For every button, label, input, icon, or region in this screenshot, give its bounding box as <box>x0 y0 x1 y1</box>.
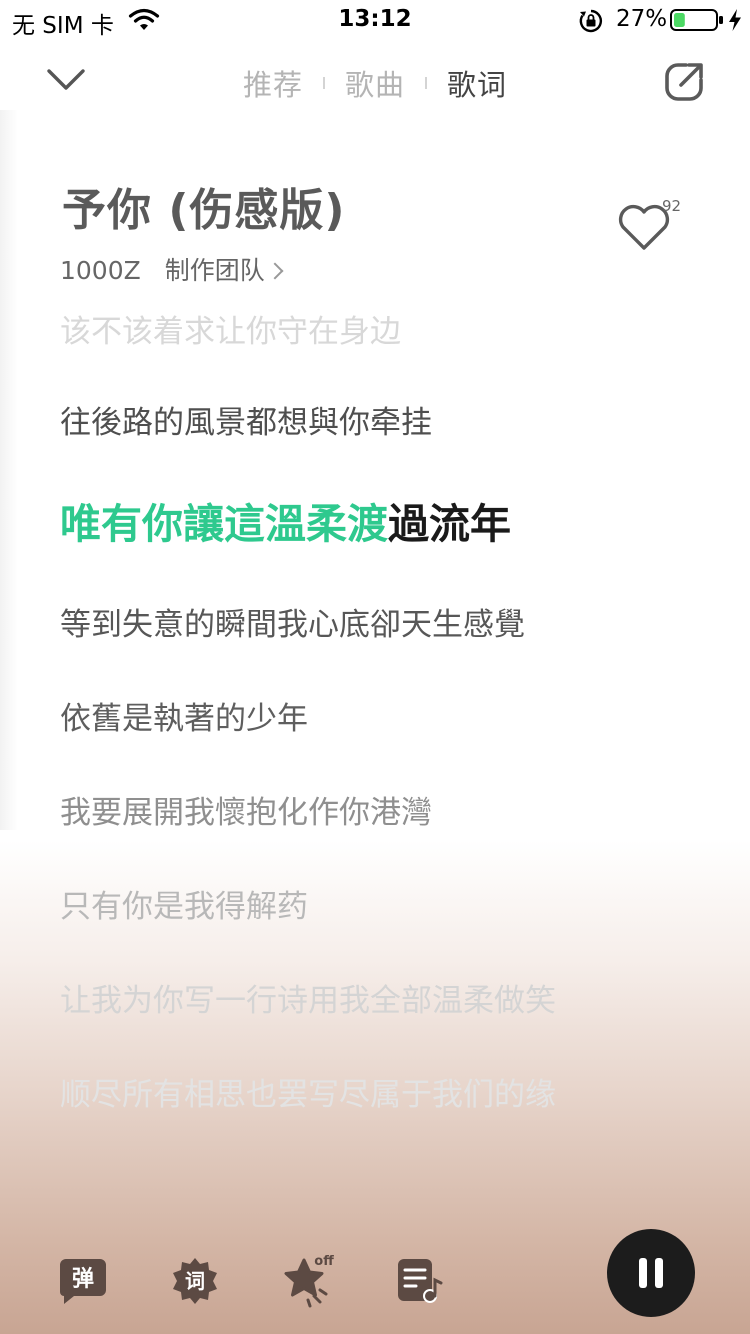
top-tabs: 推荐 歌曲 歌词 <box>0 62 750 102</box>
song-title: 予你 (伤感版) <box>62 185 346 236</box>
battery-percentage: 27% <box>616 6 668 32</box>
tab-song[interactable]: 歌曲 <box>345 62 405 104</box>
production-team-link[interactable]: 制作团队 <box>164 256 284 285</box>
previous-page-edge <box>0 110 18 830</box>
battery-fill <box>674 13 685 27</box>
tab-divider <box>425 77 427 89</box>
current-lyric-sung: 唯有你讓這溫柔渡 <box>60 500 388 548</box>
like-count: 92 <box>662 197 682 215</box>
share-icon[interactable] <box>662 60 706 104</box>
lyric-line: 只有你是我得解药 <box>60 889 308 925</box>
status-bar: 无 SIM 卡 13:12 27% <box>0 0 750 40</box>
rotation-lock-icon <box>579 9 603 33</box>
pause-icon <box>655 1258 663 1288</box>
production-team-label: 制作团队 <box>164 256 265 285</box>
ci-label: 词 <box>185 1269 205 1293</box>
danmu-bubble-icon[interactable]: 弹 <box>58 1256 108 1306</box>
lyric-line: 等到失意的瞬間我心底卻天生感覺 <box>60 607 525 643</box>
lyric-line: 往後路的風景都想與你牵挂 <box>60 405 432 441</box>
pause-icon <box>639 1258 647 1288</box>
battery-icon <box>670 9 723 31</box>
lyric-line: 让我为你写一行诗用我全部温柔做笑 <box>60 983 556 1019</box>
tab-lyrics[interactable]: 歌词 <box>447 62 507 104</box>
lyrics-mode-icon[interactable]: 词 <box>170 1256 220 1306</box>
danmu-label: 弹 <box>72 1267 94 1292</box>
current-lyric-line: 唯有你讓這溫柔渡過流年 <box>60 490 511 550</box>
lyrics-sheet-music-icon[interactable] <box>394 1256 444 1306</box>
artist-row: 1000Z 制作团队 <box>60 251 305 287</box>
lyric-line: 依舊是執著的少年 <box>60 701 308 737</box>
chevron-right-icon <box>266 262 284 280</box>
current-lyric-remaining: 過流年 <box>388 500 511 548</box>
tab-divider <box>322 77 325 89</box>
pause-button[interactable] <box>607 1229 695 1317</box>
lyric-line: 该不该着求让你守在身边 <box>60 314 401 350</box>
lyrics-panel[interactable]: 该不该着求让你守在身边 往後路的風景都想與你牵挂 唯有你讓這溫柔渡過流年 等到失… <box>60 300 720 1120</box>
charging-bolt-icon <box>729 9 741 31</box>
artist-name[interactable]: 1000Z <box>60 256 141 285</box>
lyric-line: 我要展開我懷抱化作你港灣 <box>60 795 432 831</box>
tab-recommend[interactable]: 推荐 <box>243 62 303 104</box>
lyric-line: 顺尽所有相思也罢写尽属于我们的缘 <box>60 1077 556 1113</box>
star-effect-off-icon[interactable]: off <box>280 1250 340 1310</box>
star-off-badge: off <box>314 1254 334 1269</box>
